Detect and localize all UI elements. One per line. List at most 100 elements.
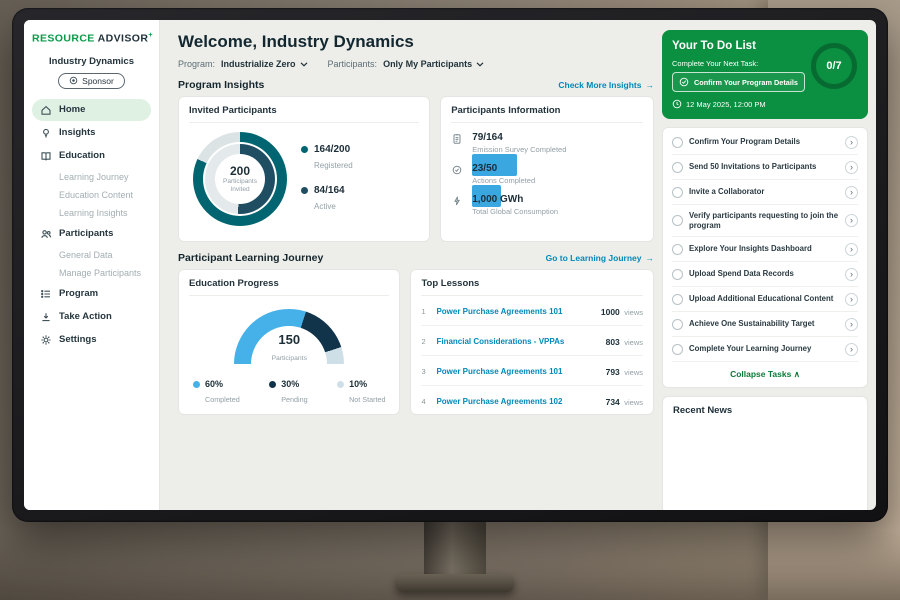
section-title: Participant Learning Journey	[178, 252, 323, 264]
program-filter-label: Program:	[178, 59, 215, 69]
participants-information-card: Participants Information 79/164 Emission…	[440, 96, 654, 242]
education-gauge: 150 Participants	[234, 309, 344, 366]
section-title: Program Insights	[178, 79, 264, 91]
sidebar-item-learning-insights[interactable]: Learning Insights	[32, 204, 151, 222]
sidebar-item-home[interactable]: Home	[32, 99, 151, 121]
task-checkbox[interactable]	[672, 319, 683, 330]
learning-cards-row: Education Progress 150 Participants	[178, 269, 654, 415]
lesson-views: 793 views	[606, 362, 643, 380]
chevron-right-icon: ›	[845, 214, 858, 227]
sponsor-label: Sponsor	[82, 76, 114, 86]
todo-progress-ring: 0/7	[811, 43, 857, 89]
card-title: Invited Participants	[189, 105, 419, 123]
sidebar-item-general-data[interactable]: General Data	[32, 246, 151, 264]
donut-center-label: Participants Invited	[220, 178, 260, 194]
sidebar-item-participants[interactable]: Participants	[32, 223, 151, 245]
photo-background: RESOURCE ADVISOR+ Industry Dynamics Spon…	[0, 0, 900, 600]
sidebar-item-manage-participants[interactable]: Manage Participants	[32, 264, 151, 282]
invited-legend: 164/200 Registered 84/164 Active	[301, 144, 353, 214]
sidebar-item-education[interactable]: Education	[32, 145, 151, 167]
sidebar-item-take-action[interactable]: Take Action	[32, 306, 151, 328]
sidebar-item-education-content[interactable]: Education Content	[32, 186, 151, 204]
clock-icon	[672, 99, 682, 109]
gear-icon	[40, 334, 52, 346]
sidebar-item-settings[interactable]: Settings	[32, 329, 151, 351]
lesson-link[interactable]: Power Purchase Agreements 102	[436, 397, 598, 406]
task-checkbox[interactable]	[672, 187, 683, 198]
todo-task[interactable]: Verify participants requesting to join t…	[672, 205, 858, 237]
legend-item: 84/164 Active	[301, 185, 353, 214]
todo-task[interactable]: Explore Your Insights Dashboard ›	[672, 237, 858, 262]
org-name: Industry Dynamics	[32, 56, 151, 67]
task-checkbox[interactable]	[672, 294, 683, 305]
gauge-center-value: 150	[234, 333, 344, 347]
check-more-insights-link[interactable]: Check More Insights →	[558, 80, 654, 90]
sponsor-badge[interactable]: Sponsor	[58, 73, 125, 89]
chevron-right-icon: ›	[845, 186, 858, 199]
sidebar-item-label: Program	[59, 288, 98, 299]
chevron-up-icon: ∧	[794, 369, 800, 379]
sidebar-item-insights[interactable]: Insights	[32, 122, 151, 144]
legend-dot	[301, 187, 308, 194]
check-circle-icon	[679, 77, 689, 87]
screen: RESOURCE ADVISOR+ Industry Dynamics Spon…	[24, 20, 876, 510]
participants-select[interactable]: Only My Participants	[383, 59, 484, 69]
learning-journey-header: Participant Learning Journey Go to Learn…	[178, 252, 654, 264]
lesson-row: 3 Power Purchase Agreements 101 793 view…	[421, 356, 643, 386]
todo-task[interactable]: Confirm Your Program Details ›	[672, 130, 858, 155]
sidebar-nav: Home Insights Education Learning Journey…	[32, 99, 151, 351]
legend-item: 30%Pending	[269, 379, 307, 407]
participants-filter-label: Participants:	[328, 59, 378, 69]
program-select[interactable]: Industrialize Zero	[221, 59, 308, 69]
filters-bar: Program: Industrialize Zero Participants…	[178, 59, 654, 69]
next-task-chip[interactable]: Confirm Your Program Details	[672, 72, 805, 92]
monitor-stand-neck	[424, 520, 486, 578]
todo-task[interactable]: Achieve One Sustainability Target ›	[672, 312, 858, 337]
task-checkbox[interactable]	[672, 215, 683, 226]
collapse-tasks-link[interactable]: Collapse Tasks ∧	[672, 362, 858, 383]
top-lessons-card: Top Lessons 1 Power Purchase Agreements …	[410, 269, 654, 415]
education-progress-card: Education Progress 150 Participants	[178, 269, 400, 415]
chevron-down-icon	[476, 62, 484, 67]
lesson-views: 734 views	[606, 392, 643, 410]
card-title: Education Progress	[189, 278, 389, 296]
list-icon	[40, 288, 52, 300]
lesson-link[interactable]: Financial Considerations - VPPAs	[436, 337, 598, 346]
lesson-link[interactable]: Power Purchase Agreements 101	[436, 307, 593, 316]
go-to-learning-journey-link[interactable]: Go to Learning Journey →	[546, 253, 654, 263]
todo-task[interactable]: Complete Your Learning Journey ›	[672, 337, 858, 362]
page-title: Welcome, Industry Dynamics	[178, 32, 654, 52]
sidebar-item-program[interactable]: Program	[32, 283, 151, 305]
task-checkbox[interactable]	[672, 162, 683, 173]
invited-participants-card: Invited Participants 200 Participants In…	[178, 96, 430, 242]
lesson-views: 1000 views	[601, 302, 643, 320]
survey-icon	[451, 132, 464, 154]
sidebar: RESOURCE ADVISOR+ Industry Dynamics Spon…	[24, 20, 160, 510]
task-checkbox[interactable]	[672, 344, 683, 355]
todo-task[interactable]: Send 50 Invitations to Participants ›	[672, 155, 858, 180]
task-checkbox[interactable]	[672, 269, 683, 280]
lesson-views: 803 views	[606, 332, 643, 350]
home-icon	[40, 104, 52, 116]
task-checkbox[interactable]	[672, 244, 683, 255]
logo-resource: RESOURCE	[32, 33, 95, 45]
recent-news-title: Recent News	[673, 405, 732, 416]
sidebar-item-learning-journey[interactable]: Learning Journey	[32, 168, 151, 186]
task-checkbox[interactable]	[672, 137, 683, 148]
program-insights-header: Program Insights Check More Insights →	[178, 79, 654, 91]
sidebar-item-label: Participants	[59, 228, 113, 239]
todo-task[interactable]: Upload Additional Educational Content ›	[672, 287, 858, 312]
lesson-link[interactable]: Power Purchase Agreements 101	[436, 367, 598, 376]
card-title: Participants Information	[451, 105, 643, 123]
gauge-legend: 60%Completed 30%Pending 10%Not Started	[189, 366, 389, 407]
sidebar-item-label: Education	[59, 150, 105, 161]
todo-summary-card: Your To Do List Complete Your Next Task:…	[662, 30, 868, 119]
sponsor-icon	[69, 76, 78, 85]
energy-icon	[451, 194, 464, 216]
app-logo: RESOURCE ADVISOR+	[32, 30, 151, 45]
donut-center-value: 200	[230, 164, 250, 178]
todo-task[interactable]: Invite a Collaborator ›	[672, 180, 858, 205]
card-title: Top Lessons	[421, 278, 643, 296]
chevron-right-icon: ›	[845, 161, 858, 174]
todo-task[interactable]: Upload Spend Data Records ›	[672, 262, 858, 287]
